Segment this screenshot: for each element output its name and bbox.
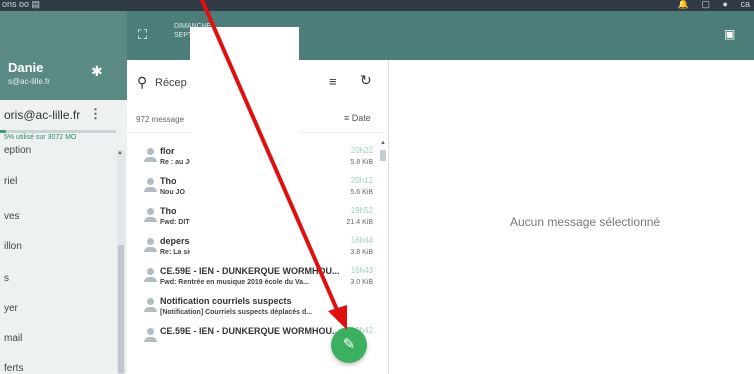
- avatar-icon: [144, 268, 157, 284]
- calendar-icon[interactable]: ▣: [724, 27, 735, 41]
- top-bar-left-text: ons oo ▤: [2, 0, 41, 9]
- pencil-icon: ✎: [342, 336, 356, 353]
- message-time: 16h44: [350, 236, 373, 245]
- message-sender: CE.59E - IEN - DUNKERQUE WORMHOU...: [160, 326, 340, 336]
- top-bar-right: 🔔 ▢ ● ca: [668, 0, 750, 10]
- user-icon[interactable]: ●: [723, 0, 728, 9]
- scroll-thumb[interactable]: [380, 150, 386, 161]
- message-sender: CE.59E - IEN - DUNKERQUE WORMHOU...: [160, 266, 340, 276]
- folder-sidebar: Danie s@ac-lille.fr ✱ oris@ac-lille.fr ⋮…: [0, 11, 127, 374]
- folder-item[interactable]: s: [4, 273, 9, 284]
- quota-text: 5% utilisé sur 3072 MO: [4, 134, 77, 141]
- list-scrollbar[interactable]: ▲: [379, 140, 387, 374]
- folder-item[interactable]: ferts: [4, 363, 23, 374]
- gear-icon[interactable]: ✱: [91, 63, 103, 80]
- message-sender: Notification courriels suspects: [160, 296, 292, 306]
- message-size: 5.8 KiB: [350, 159, 373, 166]
- avatar-icon: [144, 238, 157, 254]
- account-address: oris@ac-lille.fr: [4, 108, 81, 122]
- system-top-bar: ons oo ▤ 🔔 ▢ ● ca: [0, 0, 754, 11]
- avatar-icon: [144, 328, 157, 344]
- message-time: 19h52: [350, 206, 373, 215]
- expand-icon[interactable]: ⛶: [138, 27, 147, 43]
- more-options-icon[interactable]: ⋮: [89, 106, 102, 122]
- message-row[interactable]: Notification courriels suspects [Notifica…: [127, 292, 381, 321]
- scroll-thumb[interactable]: [118, 245, 124, 373]
- folder-item[interactable]: ves: [4, 211, 20, 222]
- folder-item[interactable]: mail: [4, 333, 22, 344]
- scroll-up-icon[interactable]: ▲: [117, 150, 123, 156]
- message-subject: [Notification] Courriels suspects déplac…: [160, 309, 313, 316]
- search-input[interactable]: Récep: [155, 77, 187, 89]
- avatar-icon: [144, 208, 157, 224]
- message-size: 3.0 KiB: [350, 279, 373, 286]
- quota-bar: [0, 130, 116, 133]
- account-row[interactable]: oris@ac-lille.fr ⋮: [0, 106, 127, 128]
- folder-item[interactable]: riel: [4, 176, 17, 187]
- folder-scrollbar[interactable]: ▲: [117, 150, 125, 374]
- message-count: 972 message: [136, 115, 185, 124]
- compose-button[interactable]: ✎: [331, 327, 367, 363]
- folder-item[interactable]: eption: [4, 145, 31, 156]
- user-email: s@ac-lille.fr: [8, 77, 50, 86]
- message-size: 3.8 KiB: [350, 249, 373, 256]
- scroll-up-icon[interactable]: ▲: [380, 140, 386, 146]
- quota-fill: [0, 130, 6, 133]
- bell-icon[interactable]: 🔔: [678, 0, 689, 9]
- message-subject: Nou JO: [160, 189, 185, 196]
- message-time: 20h12: [350, 176, 373, 185]
- message-sender: Tho: [160, 176, 177, 186]
- square-icon[interactable]: ▢: [702, 0, 711, 9]
- message-detail-pane: Aucun message sélectionné: [390, 60, 754, 374]
- message-time: 16h43: [350, 266, 373, 275]
- search-icon[interactable]: ⚲: [137, 74, 147, 91]
- sort-button[interactable]: ≡ Date: [344, 113, 371, 123]
- user-name: Danie: [8, 60, 44, 75]
- redaction-box: [190, 27, 299, 265]
- folder-item[interactable]: illon: [4, 241, 22, 252]
- avatar-icon: [144, 148, 157, 164]
- message-sender: Tho: [160, 206, 177, 216]
- refresh-icon[interactable]: ↻: [360, 72, 372, 89]
- avatar-icon: [144, 178, 157, 194]
- message-time: 20h22: [350, 146, 373, 155]
- message-subject: Fwd: Rentrée en musique 2019 école du Va…: [160, 279, 309, 286]
- message-sender: flor: [160, 146, 175, 156]
- folder-item[interactable]: yer: [4, 303, 18, 314]
- filter-icon[interactable]: ≡: [329, 74, 337, 89]
- avatar-icon: [144, 298, 157, 314]
- sort-label: Date: [351, 113, 371, 123]
- no-message-text: Aucun message sélectionné: [510, 215, 661, 229]
- top-bar-user-text: ca: [740, 0, 750, 9]
- message-size: 5.6 KiB: [350, 189, 373, 196]
- message-size: 21.4 KiB: [346, 219, 373, 226]
- message-row[interactable]: CE.59E - IEN - DUNKERQUE WORMHOU... Fwd: …: [127, 262, 381, 291]
- user-header: Danie s@ac-lille.fr ✱: [0, 11, 127, 100]
